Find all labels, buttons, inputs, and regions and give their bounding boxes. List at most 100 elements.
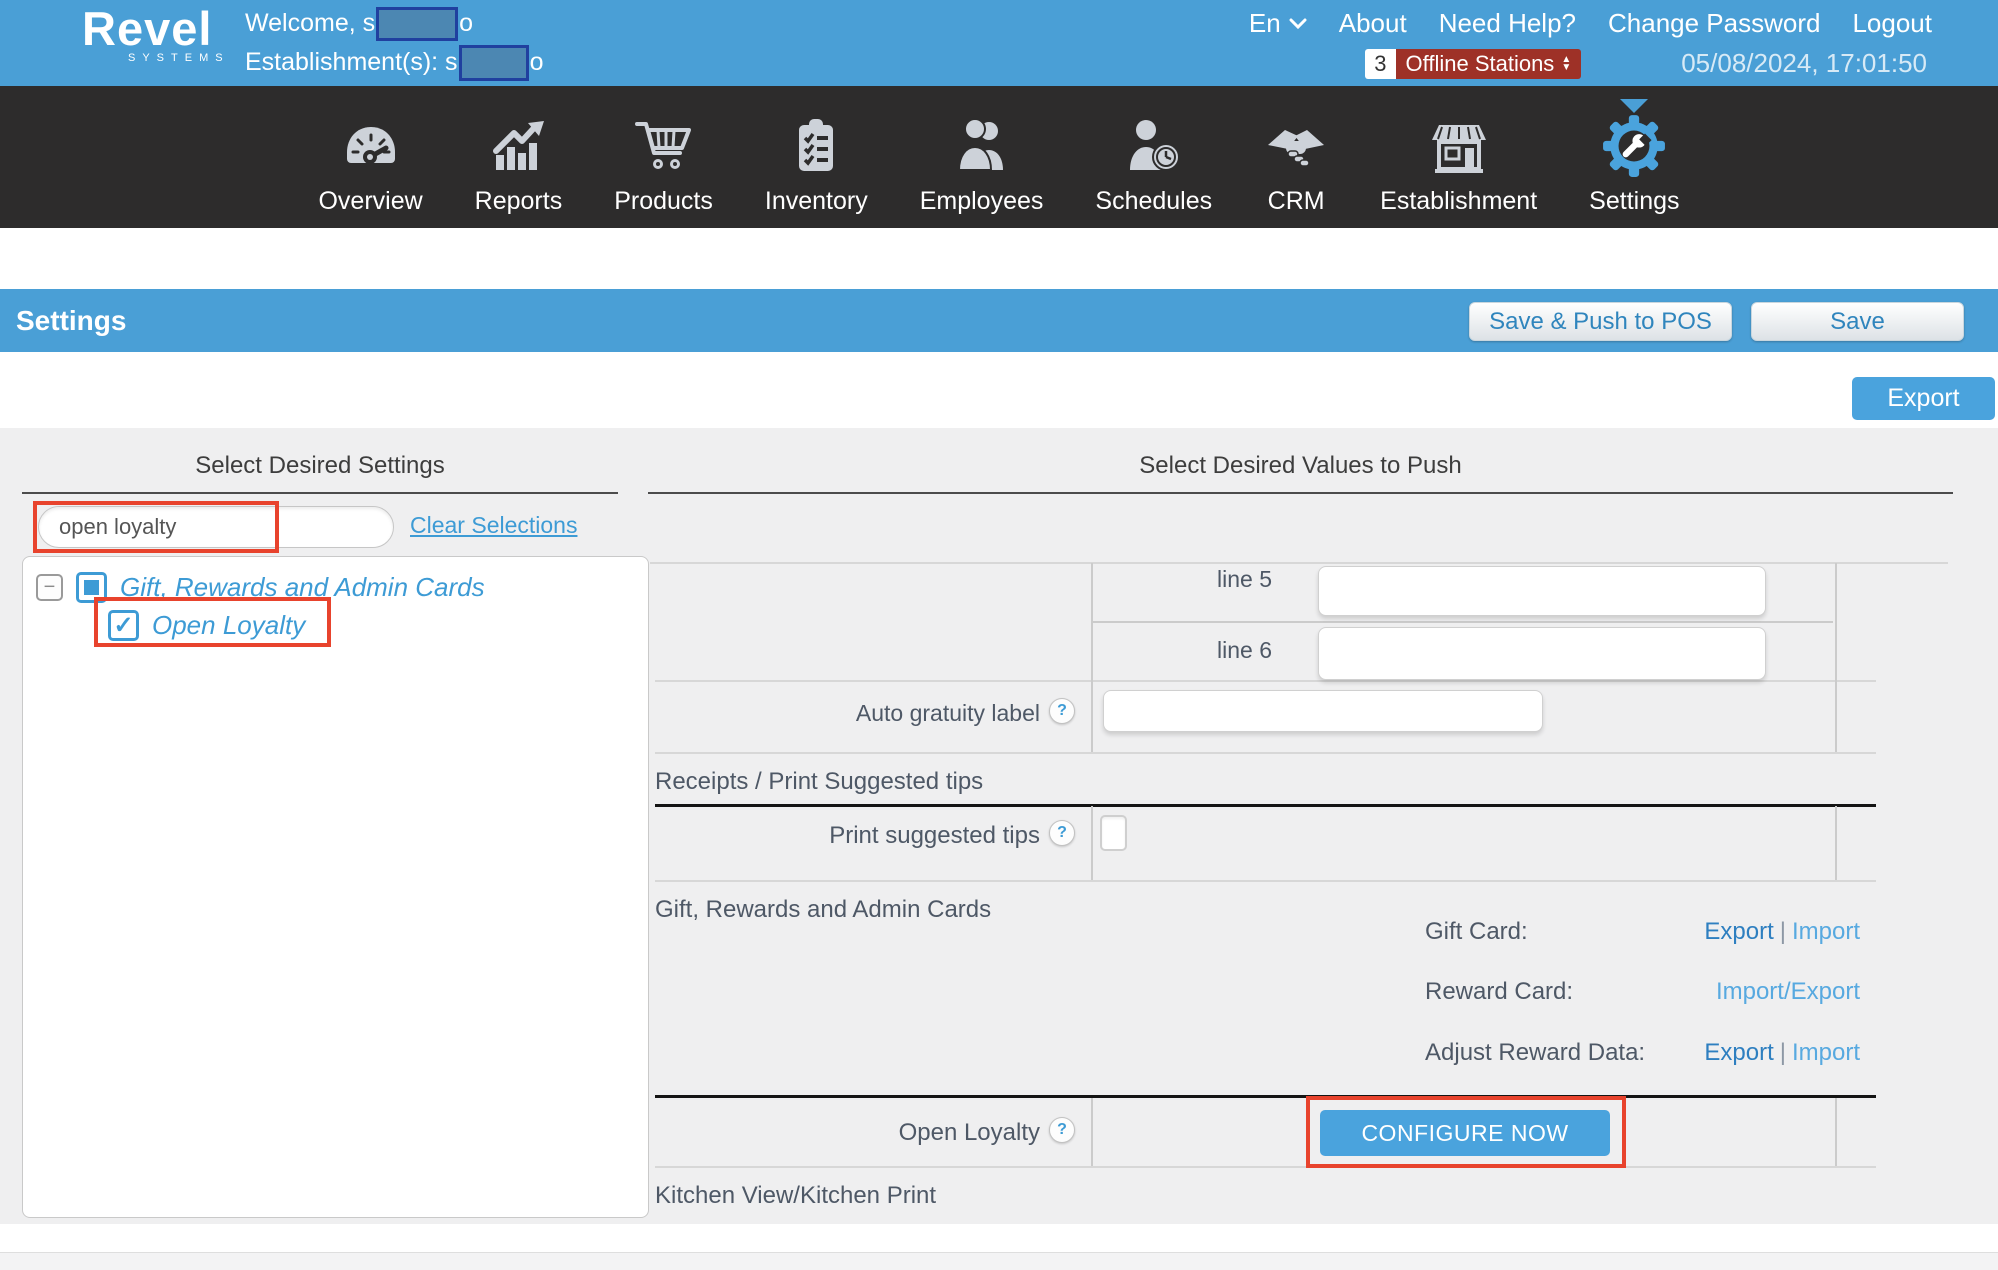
auto-gratuity-input[interactable] — [1103, 690, 1543, 732]
checkbox-check-mark: ✓ — [113, 614, 133, 638]
column-divider — [1835, 806, 1837, 880]
divider — [655, 880, 1876, 882]
gear-wrench-icon — [1601, 113, 1667, 179]
nav-label: Settings — [1589, 187, 1679, 216]
page-title: Settings — [16, 289, 126, 352]
adjust-reward-export-link[interactable]: Export — [1704, 1039, 1773, 1066]
redacted-establishment — [459, 45, 529, 81]
print-suggested-tips-checkbox[interactable] — [1100, 815, 1127, 851]
clear-selections-link[interactable]: Clear Selections — [410, 512, 577, 539]
parent-checkbox[interactable] — [76, 572, 107, 603]
divider — [1093, 621, 1833, 623]
open-loyalty-checkbox[interactable]: ✓ — [108, 610, 139, 641]
people-icon — [950, 115, 1014, 179]
nav-item-crm[interactable]: CRM — [1264, 115, 1328, 216]
nav-items: Overview Reports — [0, 86, 1998, 228]
section-divider — [655, 1095, 1876, 1098]
link-separator: | — [1774, 918, 1792, 945]
offline-stations-label: Offline Stations ▲▼ — [1396, 49, 1582, 79]
checkbox-indeterminate-mark — [84, 580, 99, 595]
bar-chart-icon — [486, 115, 550, 179]
gift-card-links: Export|Import — [1704, 918, 1860, 946]
line6-input[interactable] — [1318, 627, 1766, 680]
left-panel-heading: Select Desired Settings — [22, 452, 618, 494]
export-button[interactable]: Export — [1852, 377, 1995, 420]
settings-bar: Settings Save & Push to POS Save — [0, 289, 1998, 352]
header-status-row: 3 Offline Stations ▲▼ 05/08/2024, 17:01:… — [1365, 48, 1927, 79]
tree-label-gift-rewards[interactable]: Gift, Rewards and Admin Cards — [120, 572, 485, 603]
column-divider — [1835, 563, 1837, 752]
nav-item-reports[interactable]: Reports — [475, 115, 563, 216]
column-divider — [1091, 806, 1093, 880]
column-divider — [1835, 1098, 1837, 1166]
open-loyalty-label: Open Loyalty — [655, 1119, 1040, 1147]
nav-label: Employees — [920, 187, 1044, 216]
settings-search-input[interactable] — [38, 506, 394, 548]
offline-stations-count: 3 — [1365, 49, 1395, 79]
tree-label-open-loyalty[interactable]: Open Loyalty — [152, 610, 305, 641]
settings-tree-panel — [22, 556, 649, 1218]
help-icon[interactable]: ? — [1049, 698, 1075, 724]
nav-item-schedules[interactable]: Schedules — [1095, 115, 1212, 216]
welcome-text: Welcome, s — [245, 9, 375, 38]
tree-row-child: ✓ Open Loyalty — [108, 610, 305, 641]
main-nav: Overview Reports — [0, 86, 1998, 228]
nav-label: Schedules — [1095, 187, 1212, 216]
collapse-toggle[interactable]: − — [36, 574, 63, 601]
language-label: En — [1249, 8, 1281, 39]
cart-icon — [632, 115, 696, 179]
save-push-to-pos-button[interactable]: Save & Push to POS — [1469, 302, 1732, 341]
nav-label: Establishment — [1380, 187, 1537, 216]
establishment-text-suffix: o — [530, 48, 544, 77]
divider — [655, 1166, 1876, 1168]
chevron-down-icon — [1289, 18, 1307, 30]
divider — [650, 562, 1948, 564]
adjust-reward-import-link[interactable]: Import — [1792, 1039, 1860, 1066]
logout-link[interactable]: Logout — [1852, 8, 1932, 39]
revel-logo[interactable]: Revel SYSTEMS — [82, 4, 230, 64]
top-header: Revel SYSTEMS Welcome, s o Establishment… — [0, 0, 1998, 86]
welcome-block: Welcome, s o Establishment(s): s o — [245, 4, 543, 82]
welcome-line: Welcome, s o — [245, 4, 543, 43]
gift-card-export-link[interactable]: Export — [1704, 918, 1773, 945]
top-menu: En About Need Help? Change Password Logo… — [1249, 8, 1932, 39]
line5-label: line 5 — [1100, 566, 1272, 593]
reward-card-import-export-link[interactable]: Import/Export — [1716, 978, 1860, 1005]
gift-card-import-link[interactable]: Import — [1792, 918, 1860, 945]
nav-item-overview[interactable]: Overview — [318, 115, 422, 216]
datetime-display: 05/08/2024, 17:01:50 — [1681, 48, 1927, 79]
nav-item-settings[interactable]: Settings — [1589, 113, 1679, 216]
need-help-link[interactable]: Need Help? — [1439, 8, 1576, 39]
clipboard-checklist-icon — [784, 115, 848, 179]
help-icon[interactable]: ? — [1049, 820, 1075, 846]
line5-input[interactable] — [1318, 566, 1766, 616]
nav-item-products[interactable]: Products — [614, 115, 713, 216]
configure-now-button[interactable]: CONFIGURE NOW — [1320, 1110, 1610, 1156]
offline-stations-badge[interactable]: 3 Offline Stations ▲▼ — [1365, 49, 1581, 79]
language-dropdown[interactable]: En — [1249, 8, 1307, 39]
establishment-text: Establishment(s): s — [245, 48, 458, 77]
reward-card-links: Import/Export — [1716, 978, 1860, 1006]
tree-row-parent: − Gift, Rewards and Admin Cards — [36, 572, 485, 603]
print-suggested-tips-label: Print suggested tips — [655, 822, 1040, 850]
auto-gratuity-label: Auto gratuity label — [655, 700, 1040, 727]
column-divider — [1091, 563, 1093, 752]
section-divider — [655, 804, 1876, 807]
save-button[interactable]: Save — [1751, 302, 1964, 341]
reward-card-label: Reward Card: — [1425, 978, 1573, 1006]
nav-label: CRM — [1268, 187, 1325, 216]
divider — [655, 752, 1876, 754]
divider — [655, 680, 1876, 682]
updown-arrows-icon: ▲▼ — [1561, 56, 1571, 72]
speedometer-icon — [339, 115, 403, 179]
change-password-link[interactable]: Change Password — [1608, 8, 1820, 39]
nav-item-employees[interactable]: Employees — [920, 115, 1044, 216]
page: Revel SYSTEMS Welcome, s o Establishment… — [0, 0, 1998, 1270]
person-clock-icon — [1122, 115, 1186, 179]
nav-item-inventory[interactable]: Inventory — [765, 115, 868, 216]
offline-stations-text: Offline Stations — [1406, 51, 1555, 77]
help-icon[interactable]: ? — [1049, 1117, 1075, 1143]
nav-item-establishment[interactable]: Establishment — [1380, 115, 1537, 216]
storefront-icon — [1427, 115, 1491, 179]
about-link[interactable]: About — [1339, 8, 1407, 39]
